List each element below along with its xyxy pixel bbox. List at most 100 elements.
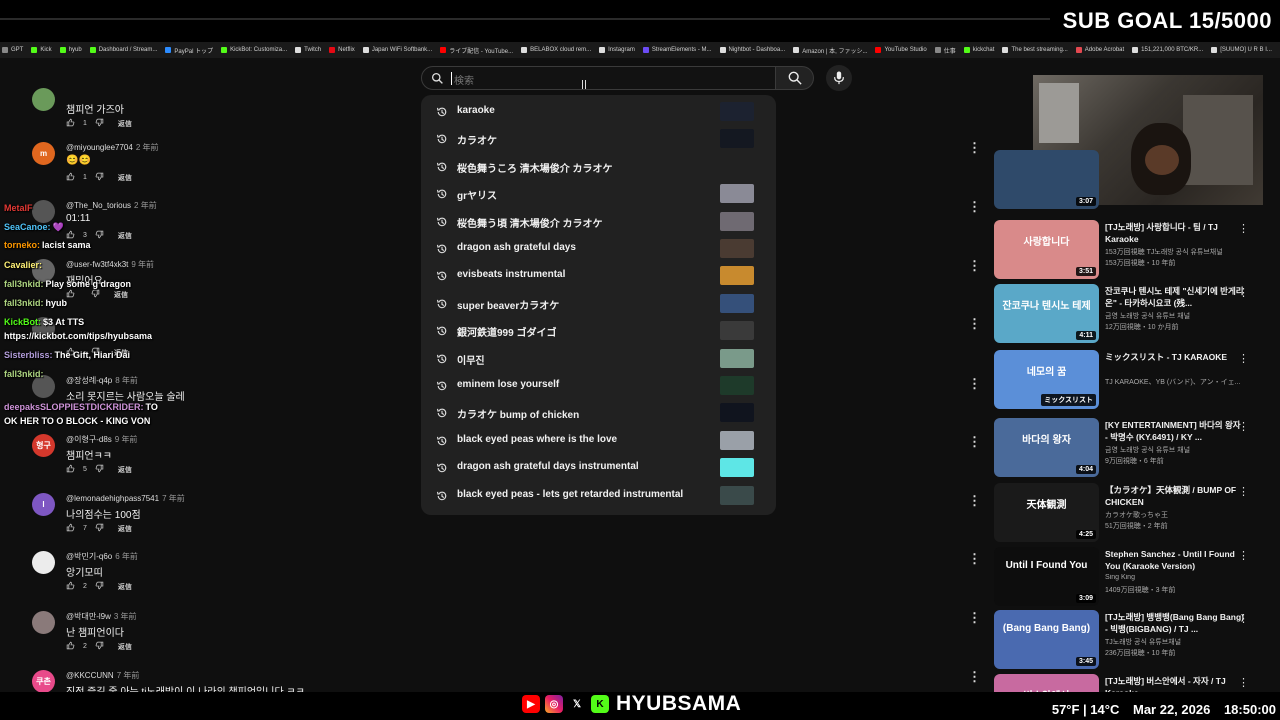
dislike-button[interactable] [95, 118, 104, 129]
video-thumbnail[interactable]: (Bang Bang Bang) 3:45 [994, 610, 1099, 669]
more-options-icon[interactable]: ⋮ [968, 610, 981, 626]
reply-button[interactable]: 返信 [118, 524, 132, 534]
comment-author[interactable]: @박대만-l9w 3 年前 [66, 611, 137, 622]
like-button[interactable] [66, 464, 75, 475]
more-options-icon[interactable]: ⋮ [968, 434, 981, 450]
avatar[interactable]: l [32, 493, 55, 516]
search-suggestion[interactable]: 銀河鉄道999 ゴダイゴ [421, 317, 776, 344]
related-video-card[interactable]: 3:07 [994, 150, 1254, 210]
more-options-icon[interactable]: ⋮ [1238, 222, 1249, 235]
bookmark-item[interactable]: Japan WiFi Softbank... [362, 47, 432, 53]
related-video-card[interactable]: 바다의 왕자 4:04 [KY ENTERTAINMENT] 바다의 왕자 - 박명… [994, 418, 1254, 478]
bookmark-item[interactable]: kickchat [963, 47, 994, 53]
search-input[interactable]: 検索 [421, 66, 776, 90]
comment-author[interactable]: @lemonadehighpass7541 7 年前 [66, 493, 185, 504]
more-options-icon[interactable]: ⋮ [968, 493, 981, 509]
avatar[interactable] [32, 551, 55, 574]
video-channel[interactable]: カラオケ歌っちゃ王 [1105, 510, 1245, 520]
bookmark-item[interactable]: ライブ配信 - YouTube... [440, 46, 513, 55]
video-title[interactable]: ミックスリスト - TJ KARAOKE [1105, 351, 1245, 363]
dislike-button[interactable] [91, 289, 100, 300]
search-button[interactable] [776, 66, 814, 90]
comment-author[interactable]: @miyounglee7704 2 年前 [66, 142, 159, 153]
bookmark-item[interactable]: Instagram [599, 47, 635, 53]
more-options-icon[interactable]: ⋮ [1238, 352, 1249, 365]
bookmark-item[interactable]: 仕事 [934, 46, 956, 55]
search-suggestion[interactable]: black eyed peas - lets get retarded inst… [421, 482, 776, 509]
bookmark-item[interactable]: The best streaming... [1002, 47, 1068, 53]
related-video-card[interactable]: 잔코쿠나 텐시노 테제 4:11 잔코쿠나 텐시노 테제 "신세기에 반게리온" -… [994, 284, 1254, 344]
reply-button[interactable]: 返信 [114, 290, 128, 300]
dislike-button[interactable] [95, 464, 104, 475]
bookmark-item[interactable]: Dashboard / Stream... [89, 47, 157, 53]
search-suggestion[interactable]: 이무진 [421, 345, 776, 372]
reply-button[interactable]: 返信 [118, 231, 132, 241]
video-thumbnail[interactable]: 3:07 [994, 150, 1099, 209]
video-thumbnail[interactable]: Until I Found You 3:09 [994, 547, 1099, 606]
like-button[interactable] [66, 118, 75, 129]
video-title[interactable]: 잔코쿠나 텐시노 테제 "신세기에 반게리온" - 타카하시요코 (残... [1105, 285, 1245, 309]
search-suggestion[interactable]: カラオケ bump of chicken [421, 399, 776, 426]
comment-author[interactable]: @The_No_torious 2 年前 [66, 200, 157, 211]
related-video-card[interactable]: Until I Found You 3:09 Stephen Sanchez - U… [994, 547, 1254, 607]
comment-author[interactable]: @장성례-q4p 8 年前 [66, 375, 138, 386]
more-options-icon[interactable]: ⋮ [968, 316, 981, 332]
like-button[interactable] [66, 523, 75, 534]
bookmark-item[interactable]: Kick [31, 47, 52, 53]
bookmark-item[interactable]: Nightbot - Dashboa... [719, 47, 785, 53]
related-video-card[interactable]: 네모의 꿈 ミックスリスト ミックスリスト - TJ KARAOKE TJ KARAO… [994, 350, 1254, 410]
avatar[interactable]: m [32, 142, 55, 165]
video-title[interactable]: [KY ENTERTAINMENT] 바다의 왕자 - 박명수 (KY.6491… [1105, 419, 1245, 443]
video-channel[interactable]: 금영 노래방 공식 유튜브 채널 [1105, 445, 1245, 455]
more-options-icon[interactable]: ⋮ [968, 258, 981, 274]
bookmark-item[interactable]: KickBot: Customiza... [221, 47, 287, 53]
avatar[interactable] [32, 611, 55, 634]
related-video-card[interactable]: 天体観測 4:25 【カラオケ】天体観測 / BUMP OF CHICKEN カラオケ… [994, 483, 1254, 543]
search-suggestion[interactable]: カラオケ [421, 125, 776, 152]
bookmark-item[interactable]: YouTube Studio [875, 47, 927, 53]
more-options-icon[interactable]: ⋮ [1238, 420, 1249, 433]
more-options-icon[interactable]: ⋮ [1238, 485, 1249, 498]
voice-search-button[interactable] [826, 65, 852, 91]
dislike-button[interactable] [95, 641, 104, 652]
search-suggestion[interactable]: black eyed peas where is the love [421, 427, 776, 454]
avatar[interactable] [32, 88, 55, 111]
dislike-button[interactable] [95, 230, 104, 241]
like-button[interactable] [66, 172, 75, 183]
search-suggestion[interactable]: evisbeats instrumental [421, 262, 776, 289]
search-suggestion[interactable]: grヤリス [421, 180, 776, 207]
more-options-icon[interactable]: ⋮ [968, 376, 981, 392]
bookmark-item[interactable]: Twitch [295, 47, 321, 53]
dislike-button[interactable] [95, 172, 104, 183]
bookmark-item[interactable]: GPT [2, 47, 23, 53]
bookmark-item[interactable]: BELABOX cloud rem... [521, 47, 591, 53]
video-title[interactable]: [TJ노래방] 사랑합니다 - 팀 / TJ Karaoke [1105, 221, 1245, 245]
video-title[interactable]: Stephen Sanchez - Until I Found You (Kar… [1105, 548, 1245, 572]
reply-button[interactable]: 返信 [118, 642, 132, 652]
comment-author[interactable]: @이형구-d8s 9 年前 [66, 434, 137, 445]
related-video-card[interactable]: (Bang Bang Bang) 3:45 [TJ노래방] 뱅뱅뱅(Bang Ban… [994, 610, 1254, 670]
bookmark-item[interactable]: hyub [59, 47, 82, 53]
search-suggestion[interactable]: 桜色舞う頃 清木場俊介 カラオケ [421, 208, 776, 235]
bookmark-item[interactable]: 151,221,000 BTC/KR... [1132, 47, 1203, 53]
bookmark-item[interactable]: StreamElements - M... [642, 47, 712, 53]
video-title[interactable]: 【カラオケ】天体観測 / BUMP OF CHICKEN [1105, 484, 1245, 508]
like-button[interactable] [66, 289, 75, 300]
bookmark-item[interactable]: Amazon | 本, ファッシ... [793, 46, 867, 55]
video-channel[interactable]: 금영 노래방 공식 유튜브 채널 [1105, 311, 1245, 321]
video-thumbnail[interactable]: 바다의 왕자 4:04 [994, 418, 1099, 477]
more-options-icon[interactable]: ⋮ [968, 551, 981, 567]
avatar[interactable] [32, 200, 55, 223]
bookmark-item[interactable]: [SUUMO] U R B I... [1211, 47, 1272, 53]
more-options-icon[interactable]: ⋮ [968, 199, 981, 215]
more-options-icon[interactable]: ⋮ [1238, 612, 1249, 625]
search-suggestion[interactable]: 桜色舞うころ 清木場俊介 カラオケ [421, 153, 776, 180]
more-options-icon[interactable]: ⋮ [1238, 286, 1249, 299]
video-thumbnail[interactable]: 天体観測 4:25 [994, 483, 1099, 542]
avatar[interactable]: 형구 [32, 434, 55, 457]
video-channel[interactable]: TJ노래방 공식 유튜브채널 [1105, 637, 1245, 647]
search-suggestion[interactable]: super beaverカラオケ [421, 290, 776, 317]
bookmark-item[interactable]: Netflix [329, 47, 355, 53]
video-title[interactable]: [TJ노래방] 뱅뱅뱅(Bang Bang Bang) - 빅뱅(BIGBANG… [1105, 611, 1245, 635]
search-suggestion[interactable]: dragon ash grateful days [421, 235, 776, 262]
